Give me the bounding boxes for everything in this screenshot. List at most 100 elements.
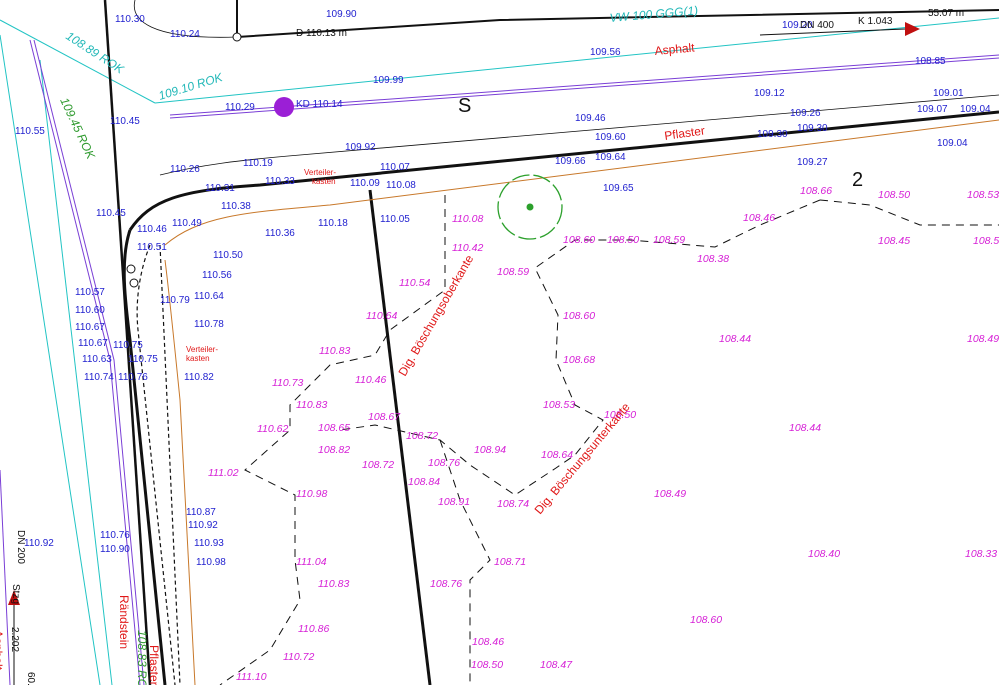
map-label: 110.51 bbox=[137, 242, 167, 253]
map-label: 110.42 bbox=[452, 242, 483, 254]
map-label: 108.76 bbox=[428, 457, 460, 469]
map-label: 108.94 bbox=[474, 444, 506, 456]
map-label: D 110.13 m bbox=[296, 28, 347, 39]
map-label: 109.46 bbox=[575, 113, 606, 124]
map-label: 110.83 bbox=[296, 399, 327, 411]
map-label: 110.83 bbox=[318, 578, 349, 590]
map-label: 60.0 bbox=[25, 672, 36, 685]
map-label: 109.56 bbox=[590, 47, 621, 58]
map-label: 108.40 bbox=[808, 548, 840, 560]
map-label: 2.202 bbox=[9, 627, 20, 652]
map-label: 111.10 bbox=[236, 671, 267, 683]
map-label: 108.84 bbox=[408, 476, 440, 488]
map-label: 109.04 bbox=[937, 138, 968, 149]
map-label: Verteiler- bbox=[186, 345, 218, 354]
map-label: 110.93 bbox=[194, 538, 224, 549]
map-label: 109.92 bbox=[345, 142, 376, 153]
map-label: 110.05 bbox=[380, 214, 410, 225]
map-label: S bbox=[458, 95, 471, 117]
curb-line bbox=[164, 119, 999, 685]
map-label: Dig. Böschungsoberkante bbox=[395, 252, 476, 378]
map-label: 108.60 bbox=[690, 614, 722, 626]
map-label: 108.33 bbox=[965, 548, 997, 560]
map-label: 108.46 bbox=[743, 212, 775, 224]
cyan-lines bbox=[0, 17, 999, 685]
map-label: 108.65 bbox=[318, 422, 350, 434]
map-label: DN 200 bbox=[15, 530, 26, 564]
map-label: 109.10 ROK bbox=[157, 70, 225, 103]
map-label: 110.64 bbox=[194, 291, 224, 302]
map-label: 109.26 bbox=[790, 108, 821, 119]
map-label: 110.46 bbox=[137, 224, 167, 235]
map-label: 2 bbox=[852, 169, 863, 191]
map-label: 109.90 bbox=[326, 9, 357, 20]
map-label: 108.74 bbox=[497, 498, 529, 510]
map-label: 108.5 bbox=[973, 235, 999, 247]
map-label: 108.91 bbox=[438, 496, 470, 508]
map-label: 110.79 bbox=[160, 295, 190, 306]
map-label: 110.45 bbox=[110, 116, 140, 127]
map-label: 108.72 bbox=[406, 430, 438, 442]
map-label: 109.27 bbox=[797, 157, 828, 168]
map-label: 110.26 bbox=[170, 164, 200, 175]
map-label: 110.75 bbox=[128, 354, 158, 365]
map-canvas[interactable]: 110.30 110.24 D 110.13 m 109.90 109.20 DN 400… bbox=[0, 0, 999, 685]
map-label: 108.66 bbox=[800, 185, 832, 197]
map-label: VW 100 GGG(1) bbox=[609, 3, 699, 25]
map-label: 110.60 bbox=[75, 305, 105, 316]
map-label: 110.78 bbox=[194, 319, 224, 330]
map-label: 110.49 bbox=[172, 218, 202, 229]
tree-symbol bbox=[497, 174, 563, 240]
map-label: DN 400 bbox=[800, 20, 834, 31]
map-label: 110.07 bbox=[380, 162, 410, 173]
map-label: kasten bbox=[312, 177, 336, 186]
map-label: 110.87 bbox=[186, 507, 216, 518]
map-label: 109.01 bbox=[933, 88, 964, 99]
map-label: 110.67 bbox=[75, 322, 105, 333]
map-label: 110.83 bbox=[319, 345, 350, 357]
map-label: 110.74 bbox=[84, 372, 114, 383]
map-label: 110.86 bbox=[298, 623, 329, 635]
map-label: 110.82 bbox=[184, 372, 214, 383]
map-label: 110.72 bbox=[283, 651, 314, 663]
map-label: 110.90 bbox=[100, 544, 130, 555]
map-label: 110.36 bbox=[265, 228, 295, 239]
map-label: 109.65 bbox=[603, 183, 634, 194]
map-label: 111.04 bbox=[296, 556, 327, 568]
map-label: 110.08 bbox=[386, 180, 416, 191]
map-label: 110.46 bbox=[355, 374, 386, 386]
map-label: 110.57 bbox=[75, 287, 105, 298]
map-label: 110.63 bbox=[82, 354, 112, 365]
map-label: 108.44 bbox=[719, 333, 751, 345]
map-label: 109.30 bbox=[757, 129, 788, 140]
map-label: 109.45 ROK bbox=[57, 95, 98, 162]
map-label: 110.76 bbox=[118, 372, 148, 383]
map-label: 110.08 bbox=[452, 213, 483, 225]
map-label: 110.98 bbox=[296, 488, 327, 500]
map-label: 108.85 bbox=[915, 56, 946, 67]
map-label: 110.64 bbox=[366, 310, 397, 322]
map-label: 108.49 bbox=[967, 333, 999, 345]
map-label: 108.71 bbox=[494, 556, 526, 568]
map-label: 109.30 bbox=[797, 123, 828, 134]
map-label: 108.68 bbox=[563, 354, 595, 366]
map-label: 108.59 bbox=[497, 266, 529, 278]
map-label: 108.50 bbox=[607, 234, 639, 246]
map-label: 110.24 bbox=[170, 29, 200, 40]
map-label: 110.62 bbox=[257, 423, 288, 435]
map-label: 108.72 bbox=[362, 459, 394, 471]
map-label: 110.75 bbox=[113, 340, 143, 351]
map-label: Asphalt bbox=[654, 40, 696, 57]
map-label: 108.46 bbox=[472, 636, 504, 648]
map-label: 110.38 bbox=[221, 201, 251, 212]
map-label: 110.76 bbox=[100, 530, 130, 541]
map-label: 108.64 bbox=[541, 449, 573, 461]
map-label: 110.92 bbox=[188, 520, 218, 531]
map-label: 108.38 bbox=[697, 253, 729, 265]
map-label: 110.98 bbox=[196, 557, 226, 568]
map-label: 108.53 bbox=[967, 189, 999, 201]
map-label: kasten bbox=[186, 354, 210, 363]
map-label: 108.44 bbox=[789, 422, 821, 434]
map-label: 108.60 bbox=[563, 310, 595, 322]
map-label: 110.56 bbox=[202, 270, 232, 281]
